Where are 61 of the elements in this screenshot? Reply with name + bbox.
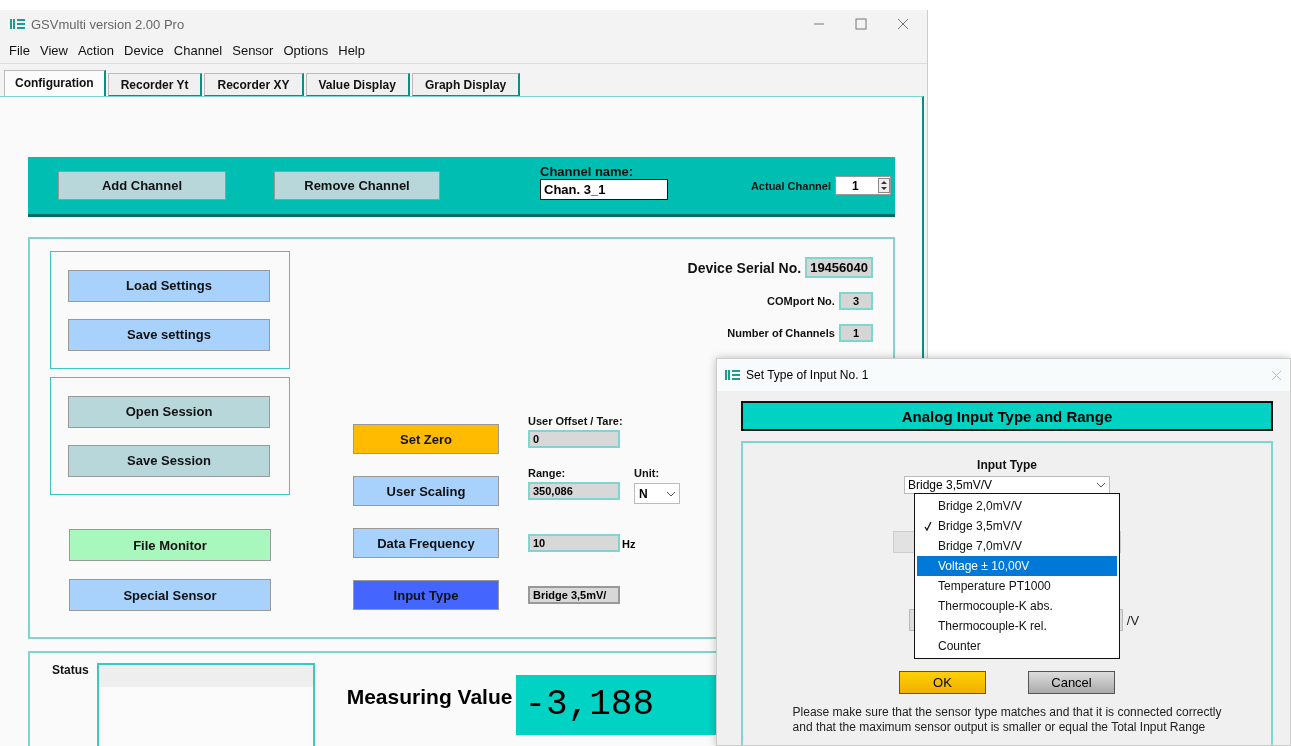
device-info-label: Device Serial No. (687, 259, 802, 276)
menu-item[interactable]: View (34, 43, 73, 58)
action-button[interactable]: Input Type (353, 580, 499, 610)
menu-item[interactable]: Help (333, 43, 370, 58)
dialog-header: Analog Input Type and Range (741, 401, 1273, 431)
tab[interactable]: Value Display (305, 73, 410, 96)
settings-button[interactable]: Save settings (68, 318, 270, 351)
device-info-label: Number of Channels (727, 327, 835, 339)
dialog-title: Set Type of Input No. 1 (746, 368, 870, 382)
menu-item[interactable]: Action (72, 43, 120, 58)
channel-name-label: Channel name: (540, 163, 635, 179)
tool-button[interactable]: File Monitor (69, 529, 271, 561)
actual-channel-spinner[interactable]: 1 (835, 176, 891, 195)
unit-text: Hz (622, 538, 636, 550)
maximize-icon[interactable] (855, 18, 867, 30)
action-button[interactable]: Set Zero (353, 424, 499, 454)
warning-note: Please make sure that the sensor type matches and that it is connected correctly and that the maximum sensor output is smaller or equal the Total Input Range (792, 705, 1222, 735)
value-field[interactable]: 10 (528, 534, 620, 552)
spin-arrows-icon[interactable] (878, 178, 890, 193)
tab[interactable]: Recorder XY (204, 73, 304, 96)
action-button[interactable]: User Scaling (353, 476, 499, 506)
cancel-button[interactable]: Cancel (1028, 671, 1115, 694)
unit-text: /V (1126, 612, 1140, 628)
close-icon[interactable] (897, 18, 909, 30)
add-channel-button[interactable]: Add Channel (58, 171, 226, 200)
value-field: Bridge 3,5mV/ (528, 586, 620, 604)
menu-item[interactable]: Device (119, 43, 169, 58)
menu-item[interactable]: File (4, 43, 35, 58)
action-button[interactable]: Data Frequency (353, 528, 499, 558)
field-label: User Offset / Tare: (528, 415, 623, 427)
tool-button[interactable]: Special Sensor (69, 579, 271, 611)
input-type-dropdown[interactable]: Bridge 3,5mV/V (904, 476, 1110, 494)
settings-button[interactable]: Save Session (68, 444, 270, 477)
status-label: Status (52, 663, 89, 679)
value-field[interactable]: 0 (528, 430, 620, 448)
device-info-value: 19456040 (805, 257, 873, 278)
menu-item[interactable]: Channel (168, 43, 228, 58)
actual-channel-label: Actual Channel (750, 179, 831, 192)
remove-channel-button[interactable]: Remove Channel (274, 171, 440, 200)
app-logo-icon (10, 19, 25, 29)
settings-button[interactable]: Load Settings (68, 269, 270, 302)
input-type-label: Input Type (977, 458, 1037, 472)
channel-name-field[interactable]: Chan. 3_1 (540, 178, 668, 200)
menu-item[interactable]: Options (278, 43, 334, 58)
unit-dropdown[interactable]: N (634, 483, 680, 504)
settings-button[interactable]: Open Session (68, 395, 270, 428)
unit-label: Unit: (634, 467, 661, 479)
device-info-value: 1 (838, 324, 873, 342)
device-info-value: 3 (838, 292, 873, 310)
app-logo-icon (725, 370, 740, 380)
measuring-value-label: Measuring Value (346, 685, 513, 710)
dropdown-option[interactable]: Voltage ± 10,00V (917, 556, 1117, 576)
ok-button[interactable]: OK (899, 671, 986, 694)
device-info-label: COMport No. (767, 295, 835, 307)
menu-item[interactable]: Sensor (227, 43, 279, 58)
field-label: Range: (528, 467, 567, 479)
tab[interactable]: Configuration (4, 70, 106, 96)
value-field[interactable]: 350,086 (528, 482, 620, 500)
window-title: GSVmulti version 2.00 Pro (31, 16, 186, 32)
tab[interactable]: Recorder Yt (107, 73, 203, 96)
tab[interactable]: Graph Display (411, 73, 521, 96)
